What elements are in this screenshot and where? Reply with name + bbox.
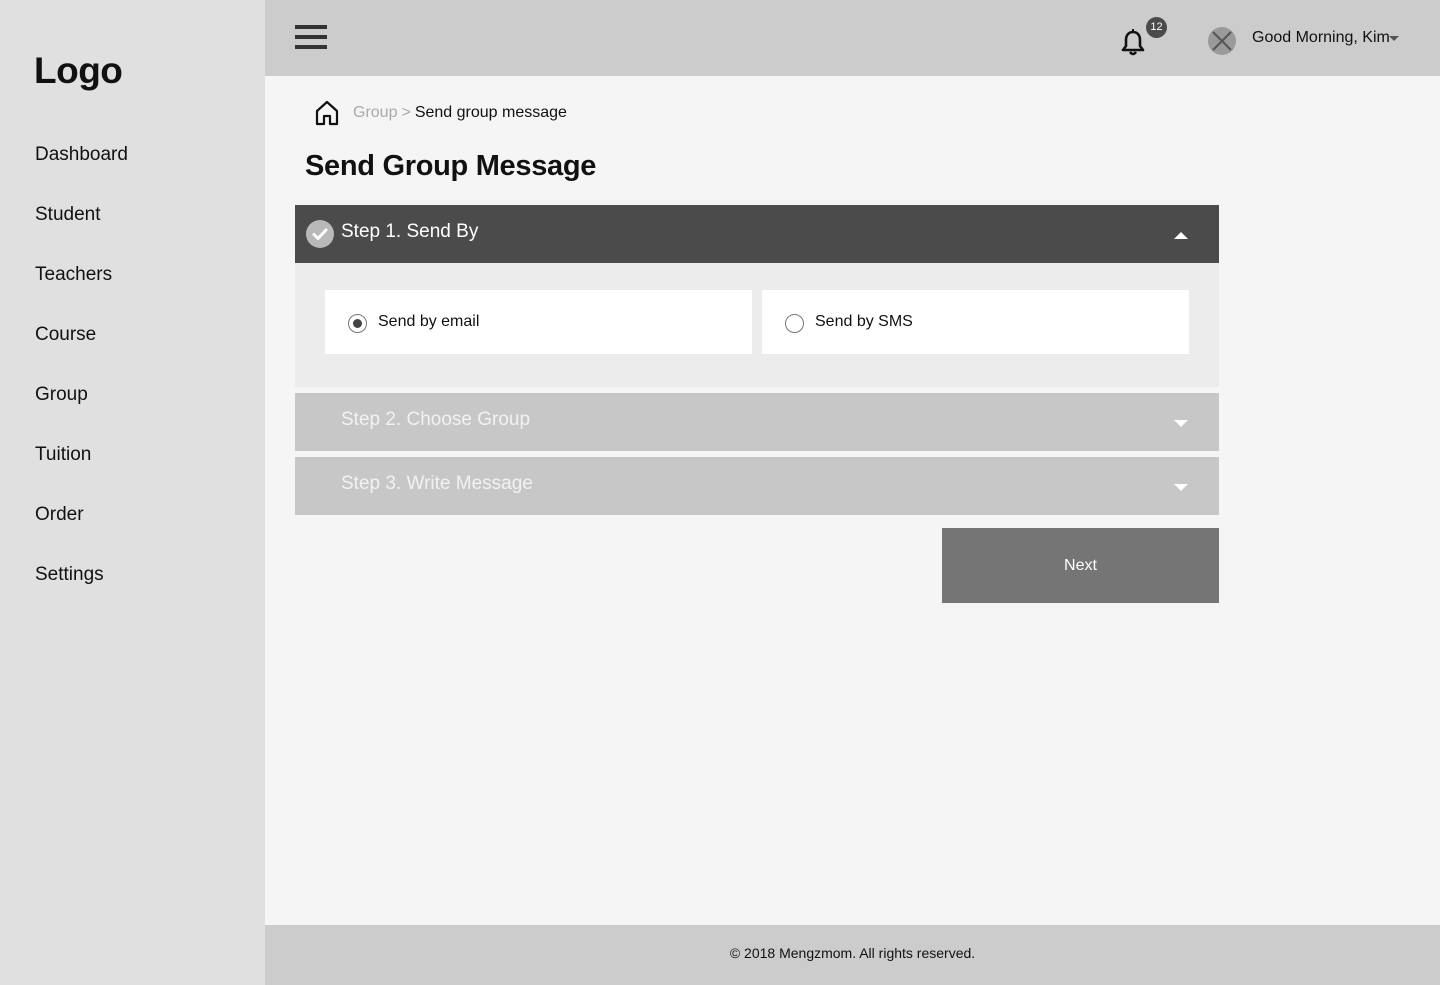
breadcrumb-current: Send group message [414, 104, 567, 121]
send-by-email-label: Send by email [378, 313, 480, 330]
sidebar-item-tuition[interactable]: Tuition [35, 441, 128, 501]
chevron-up-icon[interactable] [1174, 232, 1188, 239]
sidebar-item-order[interactable]: Order [35, 501, 128, 561]
breadcrumb-separator: > [401, 104, 411, 121]
chevron-down-icon[interactable] [1389, 36, 1399, 41]
send-by-sms-label: Send by SMS [815, 313, 913, 330]
next-button[interactable]: Next [942, 528, 1219, 603]
user-greeting[interactable]: Good Morning, Kim [1252, 29, 1390, 47]
footer-copyright: © 2018 Mengzmom. All rights reserved. [729, 945, 976, 961]
sidebar-item-teachers[interactable]: Teachers [35, 261, 128, 321]
chevron-down-icon[interactable] [1174, 420, 1188, 427]
sidebar-item-student[interactable]: Student [35, 201, 128, 261]
top-bar: 12 Good Morning, Kim [265, 0, 1440, 76]
step-1-body: Send by email Send by SMS [295, 263, 1219, 387]
sidebar: Logo Dashboard Student Teachers Course G… [0, 0, 265, 985]
step-2-header[interactable]: Step 2. Choose Group [295, 393, 1219, 451]
notification-count-badge: 12 [1146, 17, 1167, 38]
step-2-label: Step 2. Choose Group [341, 409, 531, 430]
hamburger-menu-icon[interactable] [295, 25, 327, 52]
check-circle-icon [306, 220, 334, 248]
breadcrumb-group-link[interactable]: Group [353, 104, 397, 122]
sidebar-item-group[interactable]: Group [35, 381, 128, 441]
sidebar-item-settings[interactable]: Settings [35, 561, 128, 621]
send-by-sms-option[interactable]: Send by SMS [762, 290, 1189, 354]
send-by-sms-radio[interactable] [785, 314, 804, 333]
send-by-email-option[interactable]: Send by email [325, 290, 752, 354]
page-title: Send Group Message [305, 150, 597, 182]
footer: © 2018 Mengzmom. All rights reserved. [265, 925, 1440, 985]
home-icon[interactable] [315, 100, 339, 126]
step-1-header[interactable]: Step 1. Send By [295, 205, 1219, 263]
step-3-header[interactable]: Step 3. Write Message [295, 457, 1219, 515]
logo: Logo [34, 50, 123, 91]
sidebar-item-dashboard[interactable]: Dashboard [35, 141, 128, 201]
avatar-placeholder-icon[interactable] [1208, 27, 1236, 55]
send-by-email-radio[interactable] [348, 314, 367, 333]
chevron-down-icon[interactable] [1174, 484, 1188, 491]
breadcrumb: Group > Send group message [315, 99, 567, 127]
step-3-label: Step 3. Write Message [341, 473, 533, 494]
bell-icon[interactable] [1120, 29, 1146, 57]
step-1-label: Step 1. Send By [341, 221, 479, 242]
sidebar-item-course[interactable]: Course [35, 321, 128, 381]
sidebar-nav: Dashboard Student Teachers Course Group … [35, 141, 128, 621]
